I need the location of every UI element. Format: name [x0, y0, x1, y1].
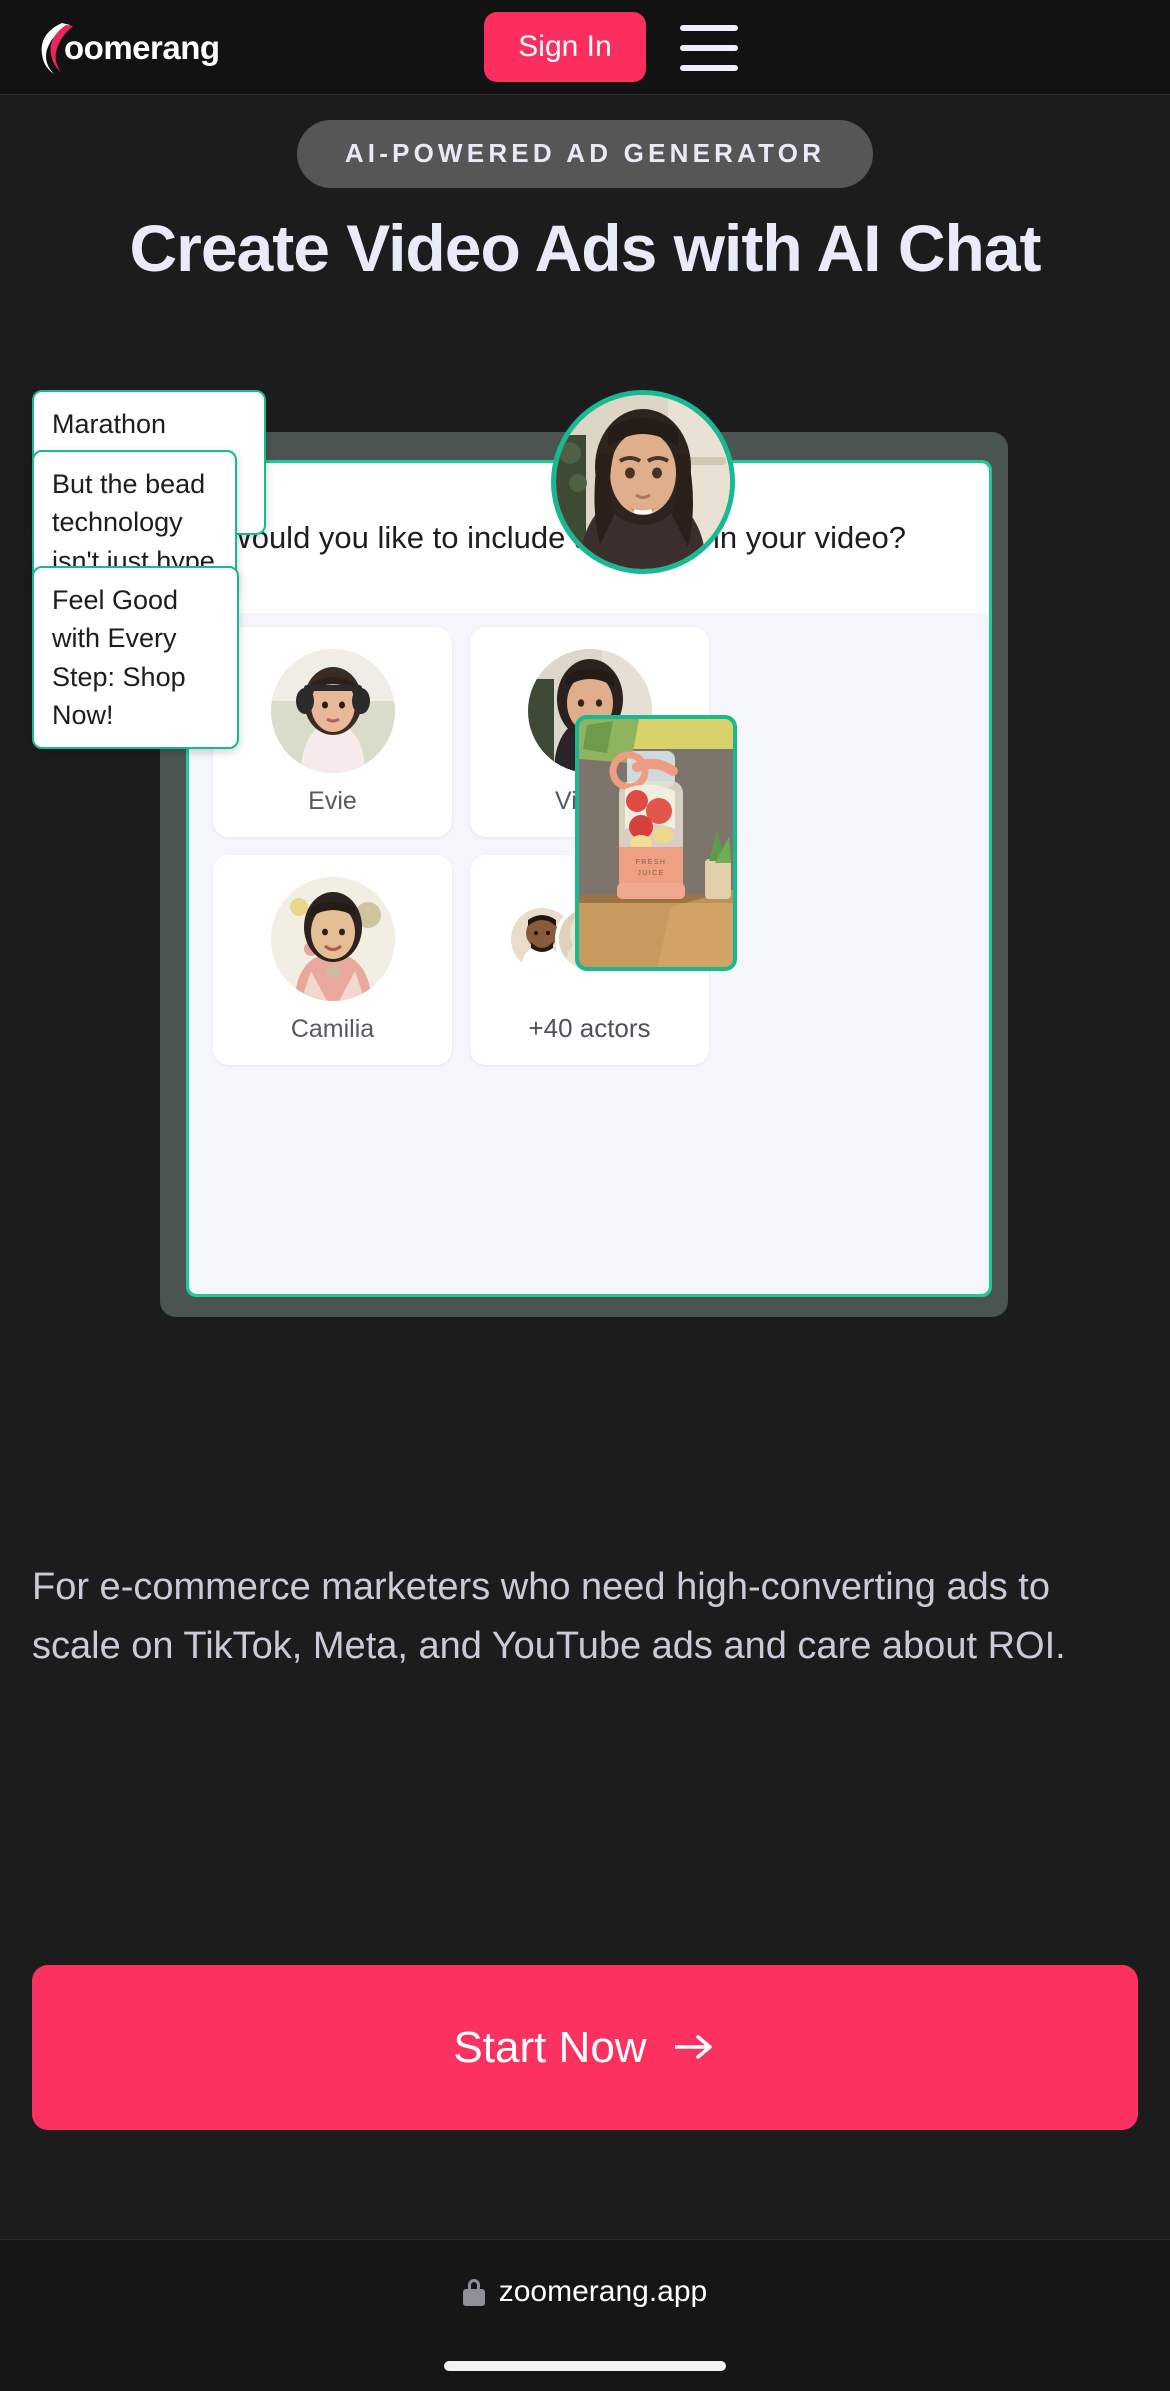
talking-head-avatar	[551, 390, 735, 574]
browser-bottom-bar: zoomerang.app	[0, 2239, 1170, 2391]
hamburger-menu-icon[interactable]	[680, 25, 738, 71]
svg-text:FRESH: FRESH	[636, 859, 667, 866]
avatar-name: Evie	[308, 786, 357, 815]
home-indicator[interactable]	[444, 2361, 726, 2371]
avatar-card-evie[interactable]: Evie	[213, 627, 452, 837]
chat-bubble-3: Feel Good with Every Step: Shop Now!	[32, 566, 239, 750]
product-mockup: Would you like to include an Avatar in y…	[0, 390, 1170, 1530]
arrow-right-icon	[673, 2023, 717, 2073]
url-row[interactable]: zoomerang.app	[0, 2240, 1170, 2344]
logo[interactable]: oomerang	[32, 20, 220, 76]
avatar-name: Camilia	[290, 1014, 375, 1043]
page-root: oomerang Sign In AI-POWERED AD GENERATOR…	[0, 0, 1170, 2391]
sign-in-button[interactable]: Sign In	[484, 12, 646, 82]
cta-label: Start Now	[453, 2022, 647, 2072]
product-preview-card[interactable]: FRESH JUICE	[575, 715, 737, 971]
menu-bar-3	[680, 65, 738, 71]
avatar-photo	[270, 648, 395, 773]
avatar-card-camilia[interactable]: Camilia	[213, 855, 452, 1065]
logo-text: oomerang	[64, 29, 220, 66]
more-actors-label: +40 actors	[528, 1012, 651, 1043]
avatar-photo	[270, 876, 395, 1001]
hero-badge: AI-POWERED AD GENERATOR	[296, 120, 874, 188]
lock-icon	[462, 2278, 485, 2306]
hero-section: AI-POWERED AD GENERATOR Create Video Ads…	[0, 95, 1170, 283]
url-text: zoomerang.app	[498, 2275, 708, 2308]
menu-bar-1	[680, 25, 738, 31]
lock-shackle	[467, 2278, 480, 2292]
page-title: Create Video Ads with AI Chat	[129, 211, 1041, 285]
start-now-button[interactable]: Start Now	[32, 1965, 1138, 2130]
site-header: oomerang Sign In	[0, 0, 1170, 95]
hero-subtext: For e-commerce marketers who need high-c…	[32, 1566, 1066, 1667]
boomerang-swoosh-icon	[32, 20, 74, 76]
svg-text:JUICE: JUICE	[637, 870, 664, 877]
menu-bar-2	[680, 45, 738, 51]
